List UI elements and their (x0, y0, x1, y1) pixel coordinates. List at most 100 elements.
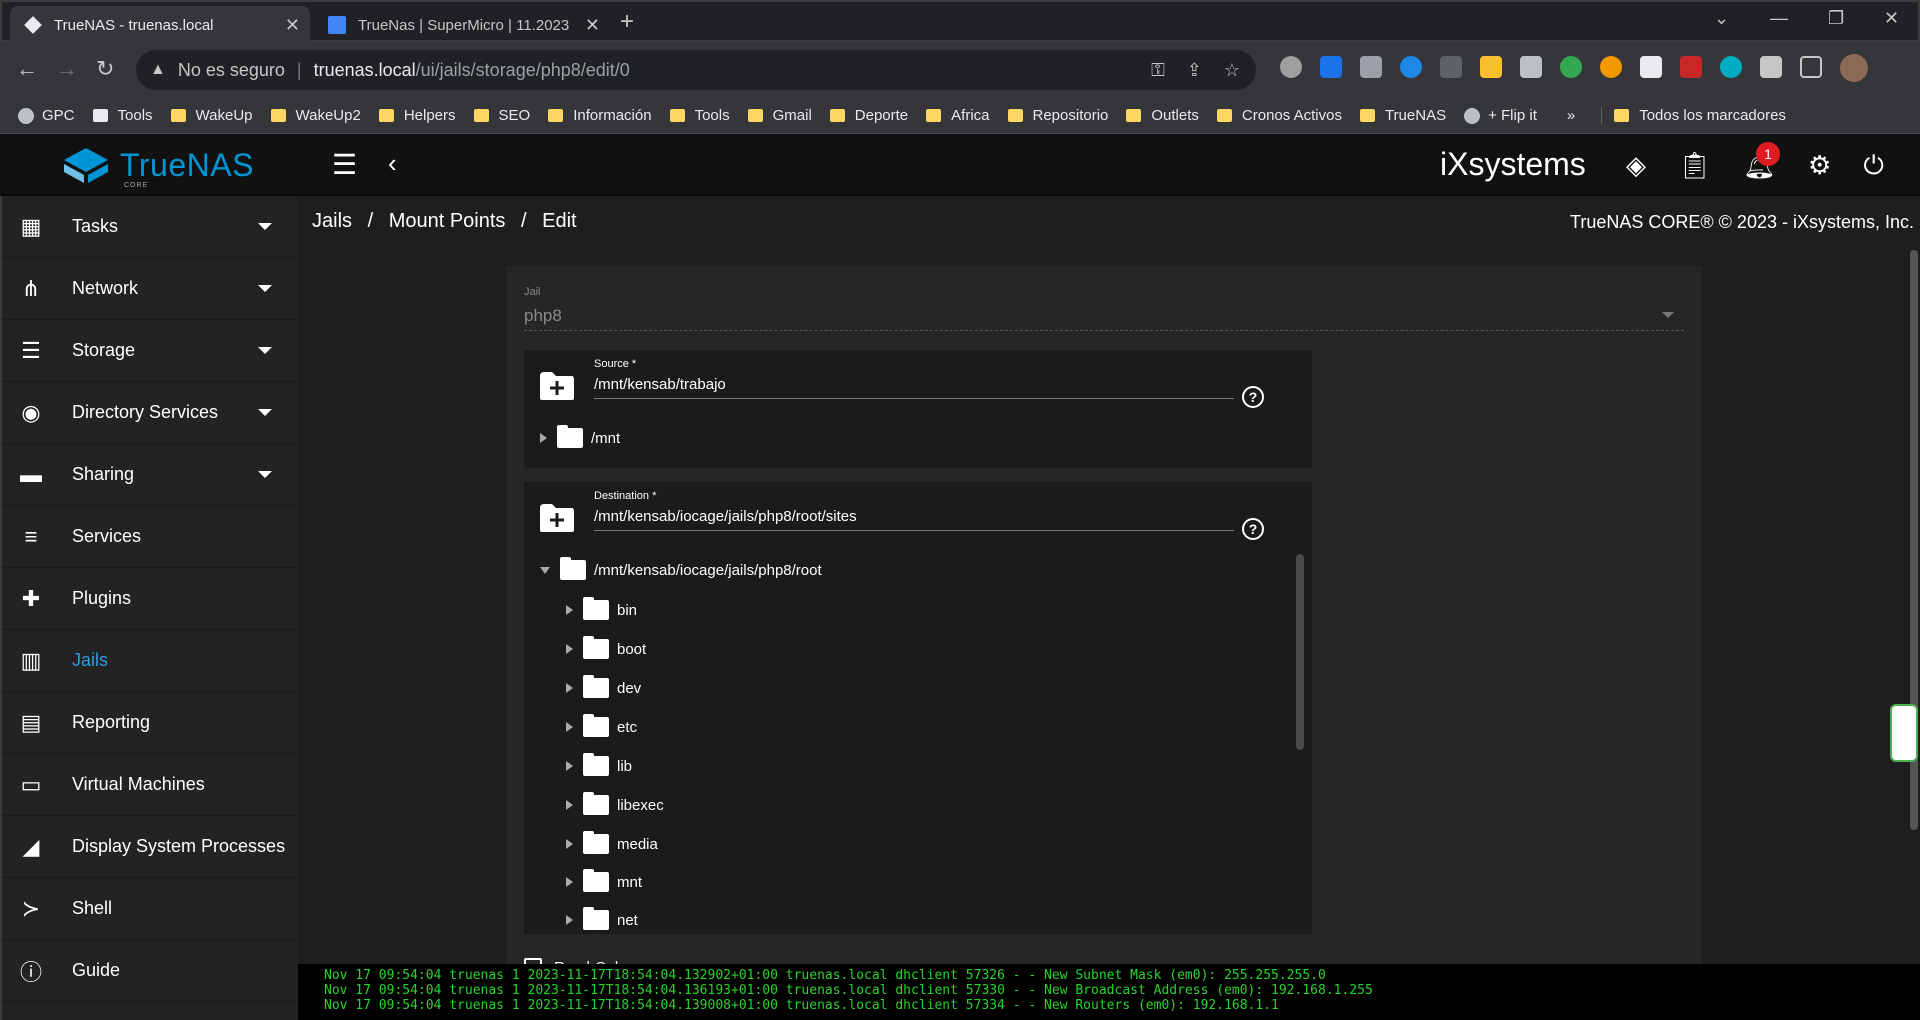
expand-arrow-icon[interactable] (566, 800, 573, 810)
translate-extension-icon[interactable] (1480, 56, 1502, 78)
bookmark-folder[interactable]: Outlets (1126, 107, 1199, 124)
dev-extension-icon[interactable] (1640, 56, 1662, 78)
globe-extension-icon[interactable] (1400, 56, 1422, 78)
sidebar-item-plugins[interactable]: ✚ Plugins (2, 568, 298, 630)
gear-icon[interactable]: ⚙ (1808, 150, 1831, 182)
bookmark-folder[interactable]: Gmail (747, 107, 812, 124)
add-folder-icon[interactable] (538, 502, 576, 534)
minimize-icon[interactable]: — (1770, 8, 1788, 29)
add-folder-icon[interactable] (538, 370, 576, 402)
expand-arrow-icon[interactable] (566, 915, 573, 925)
tree-node-root[interactable]: /mnt/kensab/iocage/jails/php8/root (540, 557, 822, 580)
help-icon[interactable]: ? (1242, 386, 1264, 408)
address-bar[interactable]: ▲ No es seguro | truenas.local/ui/jails/… (136, 50, 1256, 90)
orange-extension-icon[interactable] (1600, 56, 1622, 78)
side-panel-icon[interactable] (1800, 56, 1822, 78)
key-icon[interactable]: ⚿ (1151, 60, 1165, 81)
breadcrumb-jails[interactable]: Jails (312, 210, 352, 232)
camera-extension-icon[interactable] (1360, 56, 1382, 78)
browser-tab-doc[interactable]: TrueNas | SuperMicro | 11.2023 ✕ (314, 6, 610, 44)
help-icon[interactable]: ? (1242, 518, 1264, 540)
restore-icon[interactable]: ❐ (1828, 8, 1844, 29)
tree-node-dev[interactable]: dev (566, 675, 641, 698)
bookmark-folder[interactable]: Tools (669, 107, 730, 124)
sidebar-item-reporting[interactable]: ▤ Reporting (2, 692, 298, 754)
expand-arrow-icon[interactable] (540, 433, 547, 443)
security-label[interactable]: No es seguro (178, 60, 285, 81)
close-tab-icon[interactable]: ✕ (285, 15, 300, 36)
expand-arrow-icon[interactable] (566, 722, 573, 732)
tree-node-media[interactable]: media (566, 831, 658, 854)
tree-node-lib[interactable]: lib (566, 753, 632, 776)
sidebar-item-guide[interactable]: ⓘ Guide (2, 940, 298, 1002)
bookmark-item[interactable]: Tools (92, 107, 153, 124)
tree-node-etc[interactable]: etc (566, 714, 637, 737)
clipboard-icon[interactable]: 📋︎ (1678, 150, 1711, 182)
truenas-logo[interactable]: TrueNAS CORE (62, 146, 254, 189)
bookmark-folder[interactable]: Africa (926, 107, 990, 124)
warning-icon[interactable]: ▲ (150, 61, 166, 79)
share-icon[interactable]: ⇪ (1187, 60, 1202, 81)
expand-arrow-icon[interactable] (566, 877, 573, 887)
puzzle-extensions-icon[interactable] (1760, 56, 1782, 78)
tree-node-mnt[interactable]: /mnt (540, 425, 620, 448)
gear-extension-icon[interactable] (1280, 56, 1302, 78)
green-extension-icon[interactable] (1560, 56, 1582, 78)
collapse-chevron-icon[interactable]: ‹ (388, 148, 397, 179)
ixsystems-logo[interactable]: iXsystems (1440, 146, 1586, 183)
menu-icon[interactable]: ☰ (332, 148, 357, 181)
expand-arrow-icon[interactable] (566, 683, 573, 693)
sidebar-item-services[interactable]: ≡ Services (2, 506, 298, 568)
bookmark-item[interactable]: GPC (18, 107, 75, 124)
floating-tools-widget[interactable] (1890, 704, 1918, 762)
tree-node-net[interactable]: net (566, 907, 638, 930)
source-input[interactable]: /mnt/kensab/trabajo (594, 376, 726, 393)
expand-arrow-icon[interactable] (566, 761, 573, 771)
seo-extension-icon[interactable] (1680, 56, 1702, 78)
sidebar-item-tasks[interactable]: ▦ Tasks (2, 196, 298, 258)
expand-arrow-icon[interactable] (566, 644, 573, 654)
copy-extension-icon[interactable] (1440, 56, 1462, 78)
network-extension-icon[interactable] (1720, 56, 1742, 78)
bookmark-folder[interactable]: TrueNAS (1359, 107, 1446, 124)
collapse-arrow-icon[interactable] (540, 566, 550, 574)
forward-icon[interactable]: → (56, 56, 78, 82)
tab-search-icon[interactable]: ⌄ (1714, 8, 1729, 29)
close-tab-icon[interactable]: ✕ (585, 15, 600, 36)
tree-node-mnt[interactable]: mnt (566, 869, 642, 892)
bookmark-folder[interactable]: Cronos Activos (1216, 107, 1342, 124)
breadcrumb-mount-points[interactable]: Mount Points (389, 210, 506, 232)
bookmark-folder[interactable]: Repositorio (1007, 107, 1108, 124)
tree-node-libexec[interactable]: libexec (566, 792, 664, 815)
sidebar-item-jails[interactable]: ▥ Jails (2, 630, 298, 692)
bookmark-folder[interactable]: Deporte (829, 107, 908, 124)
checklist-extension-icon[interactable] (1320, 56, 1342, 78)
bookmark-item[interactable]: + Flip it (1464, 107, 1537, 124)
destination-input[interactable]: /mnt/kensab/iocage/jails/php8/root/sites (594, 508, 857, 525)
bookmark-star-icon[interactable]: ☆ (1224, 60, 1240, 81)
bookmark-folder[interactable]: WakeUp (170, 107, 253, 124)
close-window-icon[interactable]: ✕ (1884, 8, 1899, 29)
sidebar-item-virtual-machines[interactable]: ▭ Virtual Machines (2, 754, 298, 816)
sidebar-item-display-system-processes[interactable]: ◢ Display System Processes (2, 816, 298, 878)
tree-node-bin[interactable]: bin (566, 597, 637, 620)
browser-tab-truenas[interactable]: TrueNAS - truenas.local ✕ (10, 6, 310, 44)
reload-icon[interactable]: ↻ (96, 56, 114, 82)
sidebar-item-network[interactable]: ⋔ Network (2, 258, 298, 320)
all-bookmarks-folder[interactable]: Todos los marcadores (1601, 107, 1786, 124)
truecommand-icon[interactable]: ◈ (1626, 150, 1646, 182)
eyedropper-extension-icon[interactable] (1520, 56, 1542, 78)
sidebar-item-sharing[interactable]: ▬ Sharing (2, 444, 298, 506)
bookmark-folder[interactable]: WakeUp2 (270, 107, 361, 124)
expand-arrow-icon[interactable] (566, 605, 573, 615)
sidebar-item-directory-services[interactable]: ◉ Directory Services (2, 382, 298, 444)
new-tab-icon[interactable]: + (620, 8, 634, 36)
more-bookmarks-button[interactable]: » (1567, 107, 1575, 124)
sidebar-item-storage[interactable]: ☰ Storage (2, 320, 298, 382)
bookmark-folder[interactable]: Helpers (378, 107, 456, 124)
back-icon[interactable]: ← (16, 56, 38, 82)
bookmark-folder[interactable]: Información (548, 107, 652, 124)
expand-arrow-icon[interactable] (566, 839, 573, 849)
tree-scrollbar[interactable] (1296, 554, 1304, 750)
power-icon[interactable]: ⏻ (1863, 150, 1884, 182)
